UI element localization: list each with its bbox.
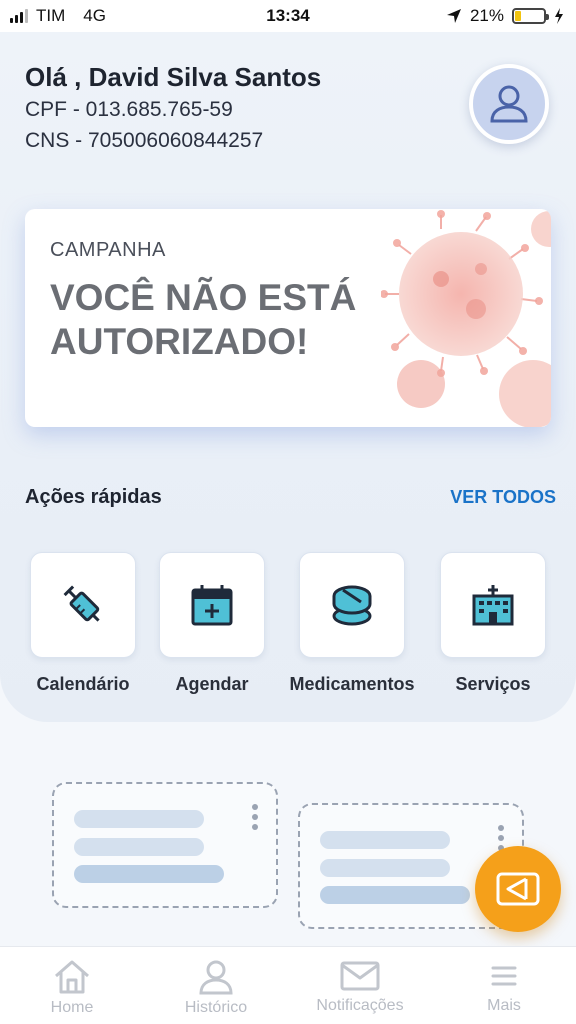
mail-icon [340, 961, 380, 991]
nav-mais[interactable]: Mais [444, 959, 564, 1015]
nav-label-historico: Histórico [184, 999, 248, 1016]
action-label-agendar: Agendar [175, 674, 249, 694]
action-servicos[interactable] [440, 552, 546, 658]
placeholder-line [320, 886, 470, 904]
status-bar: TIM 4G 13:34 21% [0, 0, 576, 32]
chat-icon [496, 872, 540, 906]
more-dots-icon [498, 825, 504, 851]
see-all-link[interactable]: VER TODOS [450, 487, 556, 508]
placeholder-line [320, 859, 450, 877]
charging-bolt-icon [555, 8, 563, 24]
action-label-medicamentos: Medicamentos [289, 674, 415, 694]
action-medicamentos[interactable] [299, 552, 405, 658]
action-agendar[interactable] [159, 552, 265, 658]
calendar-plus-icon [191, 585, 233, 626]
battery-percent: 21% [469, 6, 504, 25]
home-icon [55, 960, 89, 994]
battery-fill [515, 11, 521, 21]
nav-notificacoes[interactable]: Notificações [300, 959, 420, 1015]
pills-icon [332, 585, 372, 626]
nav-label-mais: Mais [487, 997, 521, 1014]
chat-fab-button[interactable] [475, 846, 561, 932]
location-arrow-icon [446, 9, 461, 23]
hospital-icon [472, 585, 514, 626]
placeholder-line [74, 865, 224, 883]
placeholder-line [74, 810, 204, 828]
header-panel: Olá , David Silva Santos CPF - 013.685.7… [0, 32, 576, 722]
battery-icon [512, 8, 549, 24]
placeholder-line [74, 838, 204, 856]
campaign-card[interactable]: CAMPANHA VOCÊ NÃO ESTÁ AUTORIZADO! [25, 209, 551, 427]
user-icon [199, 960, 233, 995]
campaign-title: VOCÊ NÃO ESTÁ AUTORIZADO! [50, 277, 357, 362]
syringe-icon [63, 585, 100, 622]
bottom-nav: Home Histórico Notificações Mais [0, 946, 576, 1024]
nav-label-home: Home [50, 999, 94, 1016]
campaign-label: CAMPANHA [50, 239, 166, 261]
action-label-calendario: Calendário [36, 674, 130, 694]
cns-text: CNS - 705006060844257 [25, 129, 264, 152]
nav-label-notificacoes: Notificações [316, 997, 404, 1014]
nav-home[interactable]: Home [12, 959, 132, 1017]
quick-actions-title: Ações rápidas [25, 486, 162, 508]
user-icon [490, 85, 528, 123]
avatar-button[interactable] [469, 64, 549, 144]
action-label-servicos: Serviços [455, 674, 531, 694]
virus-icon [381, 210, 551, 427]
status-left: TIM 4G [10, 6, 106, 26]
placeholder-line [320, 831, 450, 849]
carrier-name: TIM [36, 6, 66, 25]
cpf-text: CPF - 013.685.765-59 [25, 98, 233, 121]
greeting: Olá , David Silva Santos [25, 62, 322, 92]
more-dots-icon [252, 804, 258, 830]
network-type: 4G [83, 6, 106, 25]
status-right: 21% [446, 6, 564, 26]
placeholder-card [52, 782, 278, 908]
action-calendario[interactable] [30, 552, 136, 658]
nav-historico[interactable]: Histórico [156, 959, 276, 1017]
signal-icon [10, 9, 28, 23]
menu-icon [491, 966, 517, 986]
